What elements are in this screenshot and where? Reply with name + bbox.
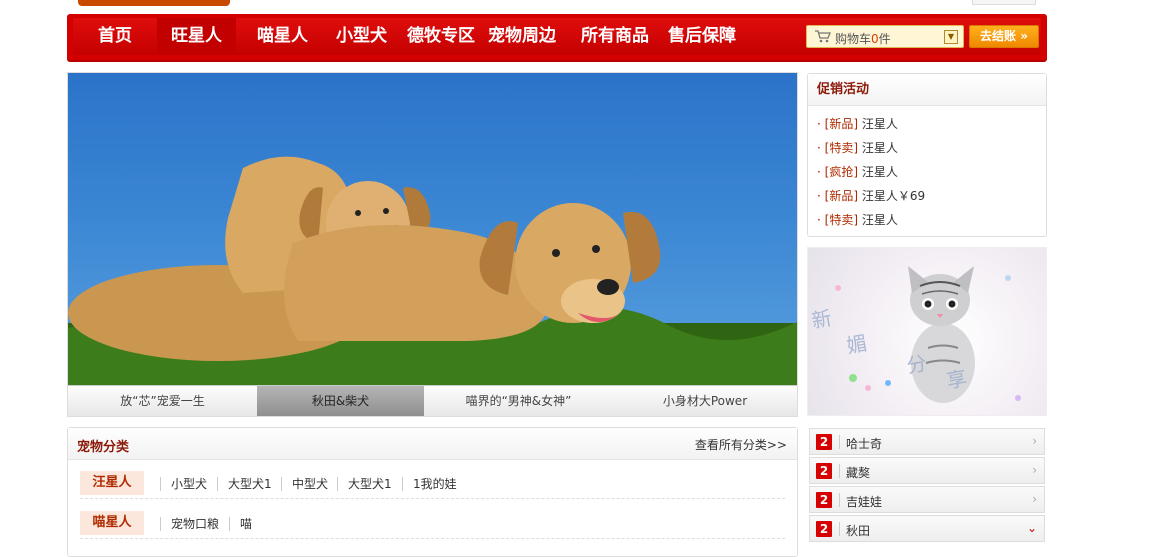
- ranking-item-expanded[interactable]: 2 秋田 ⌄: [809, 515, 1045, 542]
- chevron-right-icon: ›: [1032, 463, 1037, 477]
- rank-badge: 2: [816, 492, 832, 508]
- ranking-label: 吉娃娃: [846, 495, 883, 509]
- nav-item-after-sales[interactable]: 售后保障: [668, 18, 736, 55]
- chevron-right-icon: ›: [1032, 434, 1037, 448]
- category-row: 喵星人 宠物口粮 喵: [80, 500, 785, 539]
- nav-item-german-shepherd[interactable]: 德牧专区: [407, 18, 475, 55]
- svg-text:分: 分: [905, 351, 929, 378]
- nav-item-dogs[interactable]: 旺星人: [157, 18, 236, 55]
- promo-item[interactable]: · [特卖] 汪星人: [817, 139, 898, 156]
- banner-tab[interactable]: 小身材大Power: [613, 386, 797, 416]
- top-search-box[interactable]: [972, 0, 1036, 5]
- banner-image: [68, 73, 797, 385]
- checkout-button[interactable]: 去结账 »: [969, 25, 1039, 48]
- nav-item-small-dogs[interactable]: 小型犬: [336, 18, 387, 55]
- dogs-photo: [68, 156, 797, 385]
- promo-item[interactable]: · [疯抢] 汪星人: [817, 163, 898, 180]
- category-link[interactable]: 大型犬1: [337, 477, 392, 491]
- hero-banner[interactable]: 放“芯”宠爱一生 秋田&柴犬 喵界的“男神&女神” 小身材大Power: [67, 72, 798, 417]
- nav-item-cats[interactable]: 喵星人: [257, 18, 308, 55]
- promotions-title: 促销活动: [808, 74, 1046, 106]
- cart-widget[interactable]: 购物车0件 ▼: [806, 25, 964, 48]
- category-link[interactable]: 喵: [229, 517, 252, 531]
- ranking-label: 藏獒: [846, 466, 871, 480]
- nav-item-home[interactable]: 首页: [98, 18, 132, 55]
- breed-ranking-list: 2 哈士奇 › 2 藏獒 › 2 吉娃娃 › 2 秋田 ⌄: [807, 427, 1047, 557]
- category-row: 汪星人 小型犬 大型犬1 中型犬 大型犬1 1我的娃: [80, 460, 785, 499]
- chevron-down-icon[interactable]: ▼: [944, 30, 958, 44]
- rank-badge: 2: [816, 521, 832, 537]
- chevron-down-icon: ⌄: [1026, 521, 1037, 535]
- nav-item-all-products[interactable]: 所有商品: [581, 18, 649, 55]
- cart-count: 0: [871, 32, 879, 46]
- svg-text:媚: 媚: [845, 331, 869, 358]
- svg-text:享: 享: [945, 366, 969, 393]
- promotions-panel: 促销活动 · [新品] 汪星人 · [特卖] 汪星人 · [疯抢] 汪星人 · …: [807, 73, 1047, 237]
- category-header: 宠物分类 查看所有分类>>: [68, 428, 797, 460]
- rank-badge: 2: [816, 463, 832, 479]
- promo-item[interactable]: · [新品] 汪星人: [817, 115, 898, 132]
- ranking-item[interactable]: 2 藏獒 ›: [809, 457, 1045, 484]
- promo-item[interactable]: · [特卖] 汪星人: [817, 211, 898, 228]
- category-link[interactable]: 中型犬: [281, 477, 328, 491]
- kitten-illustration: 新 媚 分 享: [810, 266, 1021, 403]
- banner-tab[interactable]: 放“芯”宠爱一生: [68, 386, 257, 416]
- shopping-cart-icon: [815, 30, 831, 43]
- view-all-categories-link[interactable]: 查看所有分类>>: [695, 436, 787, 453]
- ranking-label: 秋田: [846, 524, 871, 538]
- rank-badge: 2: [816, 434, 832, 450]
- category-title: 宠物分类: [77, 440, 130, 455]
- svg-text:新: 新: [810, 306, 834, 333]
- category-link[interactable]: 大型犬1: [217, 477, 272, 491]
- category-label[interactable]: 喵星人: [80, 511, 144, 535]
- site-logo[interactable]: [78, 0, 230, 6]
- category-link[interactable]: 小型犬: [160, 477, 207, 491]
- chevron-right-icon: ›: [1032, 492, 1037, 506]
- category-link[interactable]: 宠物口粮: [160, 517, 219, 531]
- ranking-label: 哈士奇: [846, 437, 883, 451]
- promo-item[interactable]: · [新品] 汪星人￥69: [817, 187, 925, 204]
- ranking-item[interactable]: 2 吉娃娃 ›: [809, 486, 1045, 513]
- cart-label: 购物车0件: [835, 32, 891, 46]
- kitten-ad-image[interactable]: 新 媚 分 享: [807, 247, 1047, 416]
- banner-tabs: 放“芯”宠爱一生 秋田&柴犬 喵界的“男神&女神” 小身材大Power: [68, 385, 797, 416]
- ranking-item[interactable]: 2 哈士奇 ›: [809, 428, 1045, 455]
- category-link[interactable]: 1我的娃: [402, 477, 457, 491]
- nav-item-pet-accessories[interactable]: 宠物周边: [488, 18, 556, 55]
- banner-tab[interactable]: 喵界的“男神&女神”: [424, 386, 613, 416]
- category-label[interactable]: 汪星人: [80, 471, 144, 495]
- pet-category-panel: 宠物分类 查看所有分类>> 汪星人 小型犬 大型犬1 中型犬 大型犬1 1我的娃…: [67, 427, 798, 557]
- banner-tab-selected[interactable]: 秋田&柴犬: [257, 386, 424, 416]
